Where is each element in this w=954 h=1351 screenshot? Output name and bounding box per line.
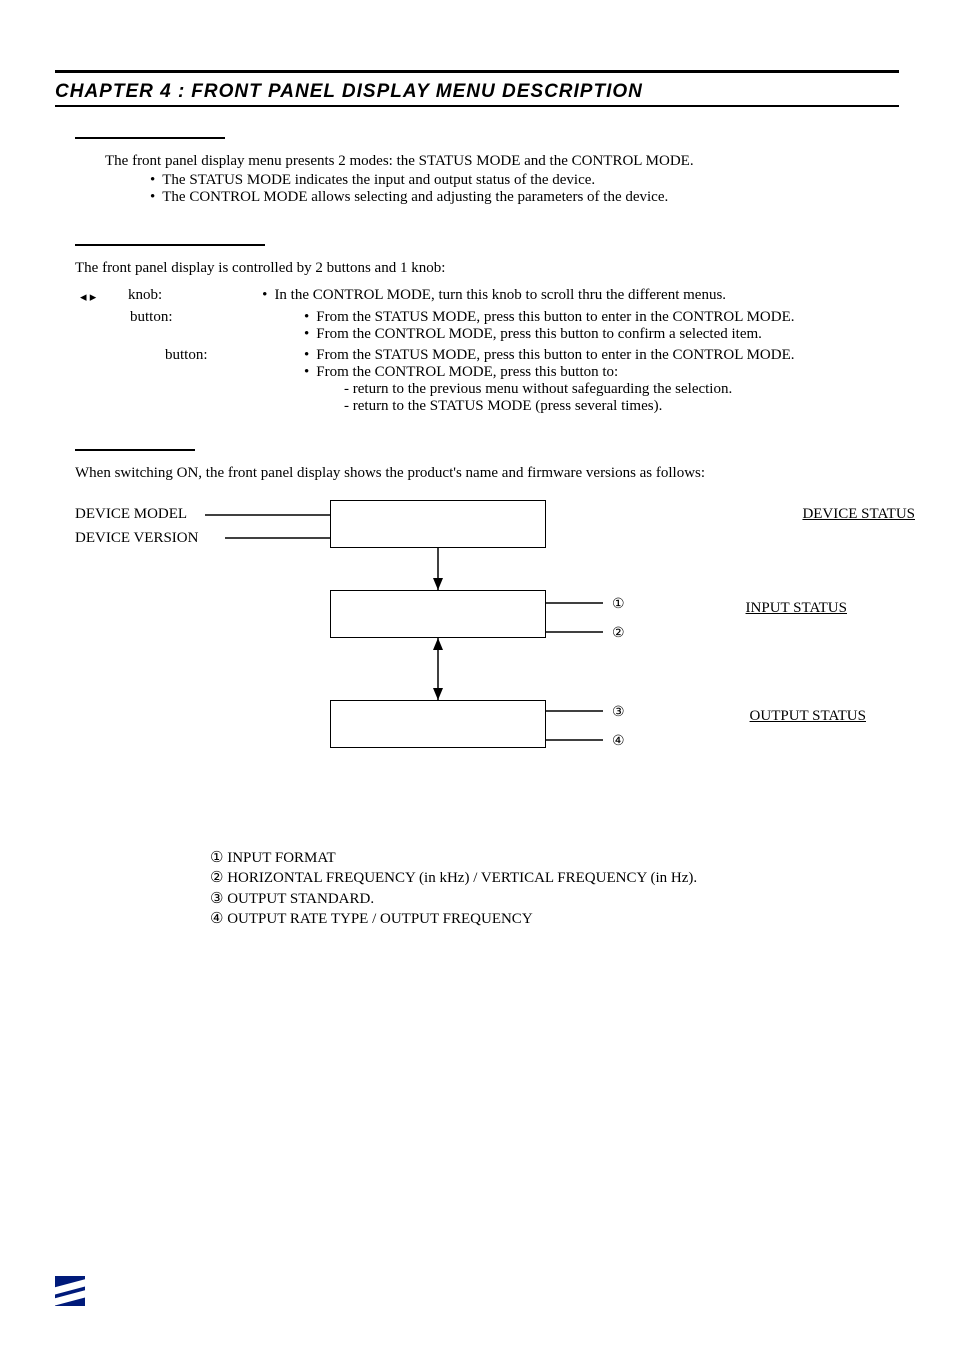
label-device-version: DEVICE VERSION bbox=[75, 530, 198, 547]
knob-desc: In the CONTROL MODE, turn this knob to s… bbox=[274, 287, 726, 304]
intro-bullet-2-text: The CONTROL MODE allows selecting and ad… bbox=[162, 189, 668, 206]
chapter-number: Chapter 4 : bbox=[55, 81, 185, 103]
header-underline bbox=[55, 105, 899, 107]
controls-intro: The front panel display is controlled by… bbox=[75, 260, 899, 277]
circled-3-icon: ③ bbox=[612, 704, 625, 721]
intro-bullet-1: • The STATUS MODE indicates the input an… bbox=[150, 172, 899, 189]
legend-text-1: INPUT FORMAT bbox=[223, 850, 335, 866]
intro-block: The front panel display menu presents 2 … bbox=[55, 153, 899, 206]
button1-line1: From the STATUS MODE, press this button … bbox=[316, 309, 794, 326]
knob-body: • In the CONTROL MODE, turn this knob to … bbox=[262, 287, 899, 304]
button2-sub2: - return to the STATUS MODE (press sever… bbox=[344, 398, 899, 415]
label-device-status: DEVICE STATUS bbox=[802, 506, 915, 523]
label-input-status: INPUT STATUS bbox=[746, 600, 847, 617]
button2-body: • From the STATUS MODE, press this button… bbox=[304, 347, 899, 415]
chapter-title: FRONT PANEL DISPLAY MENU DESCRIPTION bbox=[191, 81, 643, 103]
controls-block: The front panel display is controlled by… bbox=[55, 260, 899, 415]
top-rule bbox=[55, 70, 899, 73]
circled-4-icon: ④ bbox=[210, 911, 223, 927]
control-button2-row: button: • From the STATUS MODE, press thi… bbox=[80, 347, 899, 415]
legend: ① INPUT FORMAT ② HORIZONTAL FREQUENCY (i… bbox=[210, 848, 899, 929]
status-block: When switching ON, the front panel displ… bbox=[55, 465, 899, 929]
legend-text-3: OUTPUT STANDARD. bbox=[223, 891, 374, 907]
status-intro: When switching ON, the front panel displ… bbox=[75, 465, 899, 482]
label-device-model: DEVICE MODEL bbox=[75, 506, 187, 523]
intro-bullet-1-text: The STATUS MODE indicates the input and … bbox=[162, 172, 595, 189]
button2-label: button: bbox=[165, 347, 255, 364]
button1-label: button: bbox=[130, 309, 220, 326]
legend-row-3: ③ OUTPUT STANDARD. bbox=[210, 889, 899, 909]
footer-logo-icon bbox=[55, 1276, 85, 1306]
section-divider-intro bbox=[75, 137, 225, 139]
legend-text-4: OUTPUT RATE TYPE / OUTPUT FREQUENCY bbox=[223, 911, 532, 927]
bullet-icon: • bbox=[150, 189, 155, 206]
diagram: DEVICE MODEL DEVICE VERSION DEVICE STATU… bbox=[75, 500, 915, 820]
circled-3-icon: ③ bbox=[210, 891, 223, 907]
diagram-box-input bbox=[330, 590, 546, 638]
diagram-box-output bbox=[330, 700, 546, 748]
circled-4-icon: ④ bbox=[612, 733, 625, 750]
bullet-icon: • bbox=[304, 347, 309, 364]
chapter-header: Chapter 4 : FRONT PANEL DISPLAY MENU DES… bbox=[55, 81, 899, 103]
diagram-box-device bbox=[330, 500, 546, 548]
bullet-icon: • bbox=[150, 172, 155, 189]
bullet-icon: • bbox=[262, 287, 267, 304]
circled-2-icon: ② bbox=[612, 625, 625, 642]
legend-row-1: ① INPUT FORMAT bbox=[210, 848, 899, 868]
button1-body: • From the STATUS MODE, press this button… bbox=[304, 309, 899, 343]
intro-bullet-2: • The CONTROL MODE allows selecting and … bbox=[150, 189, 899, 206]
circled-2-icon: ② bbox=[210, 870, 223, 886]
bullet-icon: • bbox=[304, 364, 309, 381]
left-right-icon: ◂ ▸ bbox=[80, 287, 128, 305]
button2-line1: From the STATUS MODE, press this button … bbox=[316, 347, 794, 364]
legend-row-2: ② HORIZONTAL FREQUENCY (in kHz) / VERTIC… bbox=[210, 868, 899, 888]
control-knob-row: ◂ ▸ knob: • In the CONTROL MODE, turn thi… bbox=[80, 287, 899, 305]
circled-1-icon: ① bbox=[612, 596, 625, 613]
control-button1-row: button: • From the STATUS MODE, press thi… bbox=[80, 309, 899, 343]
section-divider-controls bbox=[75, 244, 265, 246]
intro-text: The front panel display menu presents 2 … bbox=[105, 153, 899, 170]
diagram-svg bbox=[75, 500, 915, 820]
legend-row-4: ④ OUTPUT RATE TYPE / OUTPUT FREQUENCY bbox=[210, 909, 899, 929]
circled-1-icon: ① bbox=[210, 850, 223, 866]
knob-label: knob: bbox=[128, 287, 162, 304]
legend-text-2: HORIZONTAL FREQUENCY (in kHz) / VERTICAL… bbox=[223, 870, 697, 886]
bullet-icon: • bbox=[304, 326, 309, 343]
label-output-status: OUTPUT STATUS bbox=[750, 708, 866, 725]
section-divider-status bbox=[75, 449, 195, 451]
button1-line2: From the CONTROL MODE, press this button… bbox=[316, 326, 762, 343]
bullet-icon: • bbox=[304, 309, 309, 326]
button2-line2: From the CONTROL MODE, press this button… bbox=[316, 364, 618, 381]
button2-sub1: - return to the previous menu without sa… bbox=[344, 381, 899, 398]
